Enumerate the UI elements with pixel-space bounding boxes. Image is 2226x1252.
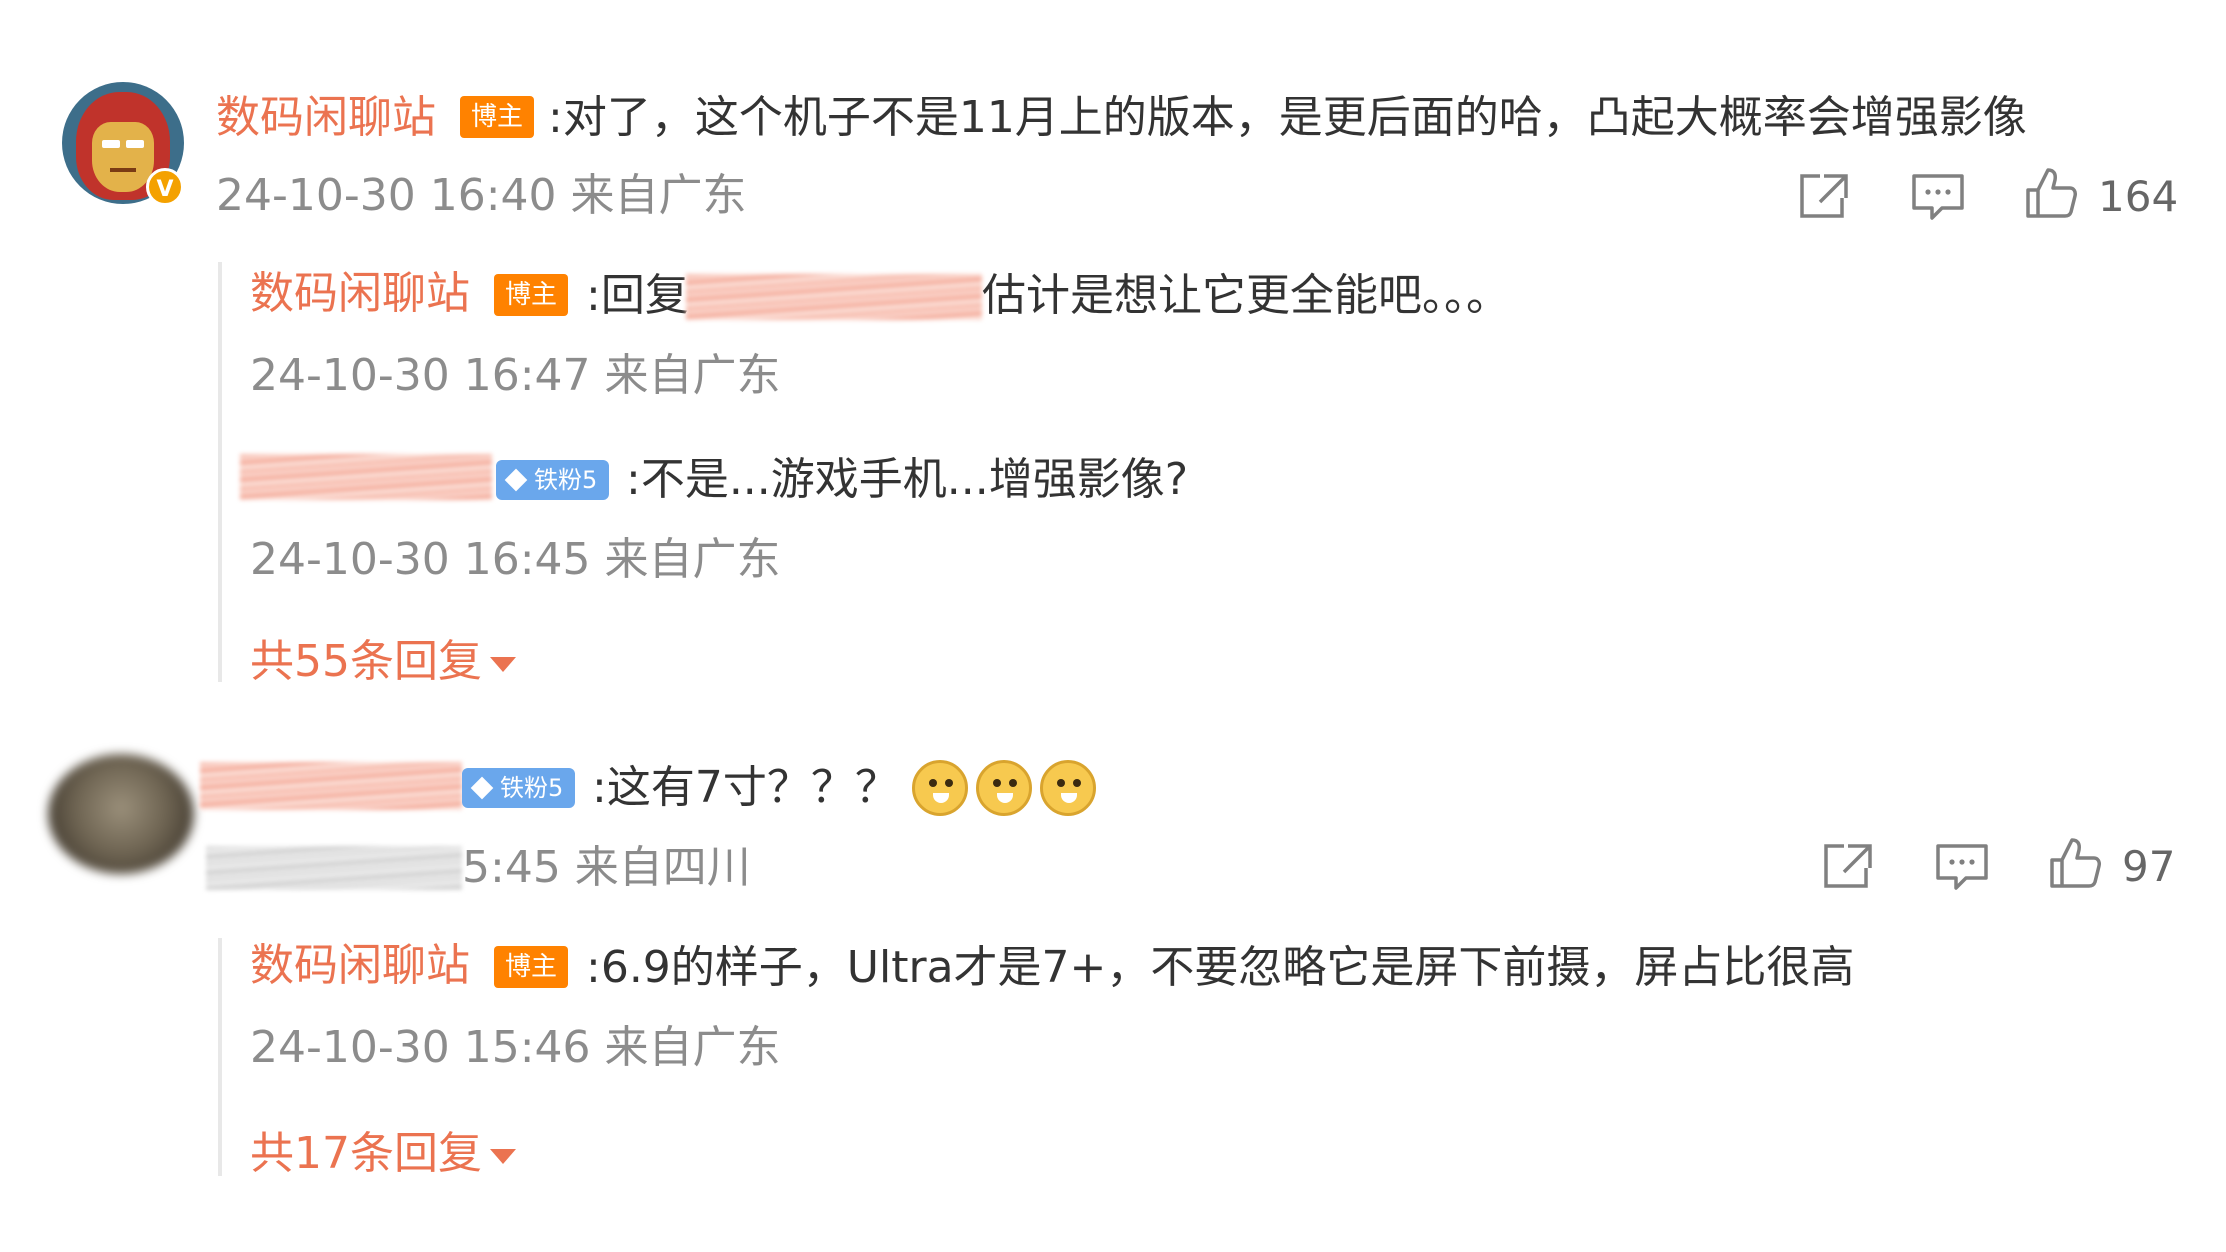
diamond-icon — [504, 468, 528, 492]
more-replies-link[interactable]: 共17条回复 — [250, 1132, 516, 1176]
iron-man-faceplate — [92, 122, 154, 192]
reply-text: :6.9的样子，Ultra才是7+，不要忽略它是屏下前摄，屏占比很高 — [586, 942, 1855, 993]
reply-author[interactable]: 数码闲聊站 — [250, 944, 470, 988]
comment-icon[interactable] — [1934, 842, 1990, 892]
blogger-badge: 博主 — [494, 946, 568, 988]
reply-meta: 24-10-30 15:46 来自广东 — [250, 1022, 781, 1073]
blogger-badge: 博主 — [494, 274, 568, 316]
comment-text: :这有7寸？？？ — [592, 762, 899, 813]
comment-author[interactable]: 数码闲聊站 — [216, 96, 436, 140]
doge-emoji-icon — [1040, 760, 1096, 816]
like-count: 164 — [2098, 172, 2179, 221]
diamond-icon — [470, 776, 494, 800]
like-count: 97 — [2122, 842, 2176, 891]
emoji-group — [912, 760, 1104, 816]
verified-badge-icon: V — [146, 168, 184, 206]
thread-divider — [218, 262, 222, 682]
avatar-user-2[interactable] — [48, 754, 194, 874]
comment-text: :对了，这个机子不是11月上的版本，是更后面的哈，凸起大概率会增强影像 — [548, 92, 2027, 143]
reply-author[interactable]: 数码闲聊站 — [250, 272, 470, 316]
fan-badge: 铁粉5 — [496, 460, 610, 500]
reply-text: 估计是想让它更全能吧。。。 — [982, 270, 1510, 321]
redacted-username — [686, 274, 982, 320]
share-icon[interactable] — [1798, 172, 1850, 220]
thread-divider — [218, 938, 222, 1176]
share-icon[interactable] — [1822, 842, 1874, 890]
redacted-timestamp — [206, 846, 462, 890]
reply-text-prefix: :回复 — [586, 270, 689, 321]
reply-meta: 24-10-30 16:45 来自广东 — [250, 534, 781, 585]
redacted-username[interactable] — [200, 762, 462, 810]
caret-down-icon — [490, 1148, 516, 1164]
reply-text: :不是...游戏手机...增强影像? — [626, 454, 1189, 505]
doge-emoji-icon — [912, 760, 968, 816]
blogger-badge: 博主 — [460, 96, 534, 138]
redacted-username[interactable] — [240, 454, 492, 500]
thumbs-up-icon[interactable] — [2048, 836, 2102, 890]
doge-emoji-icon — [976, 760, 1032, 816]
comment-meta: 5:45 来自四川 — [462, 842, 751, 893]
comment-meta: 24-10-30 16:40 来自广东 — [216, 170, 747, 221]
comment-icon[interactable] — [1910, 172, 1966, 222]
reply-meta: 24-10-30 16:47 来自广东 — [250, 350, 781, 401]
thumbs-up-icon[interactable] — [2024, 166, 2078, 220]
fan-badge: 铁粉5 — [462, 768, 576, 808]
caret-down-icon — [490, 656, 516, 672]
more-replies-link[interactable]: 共55条回复 — [250, 640, 516, 684]
